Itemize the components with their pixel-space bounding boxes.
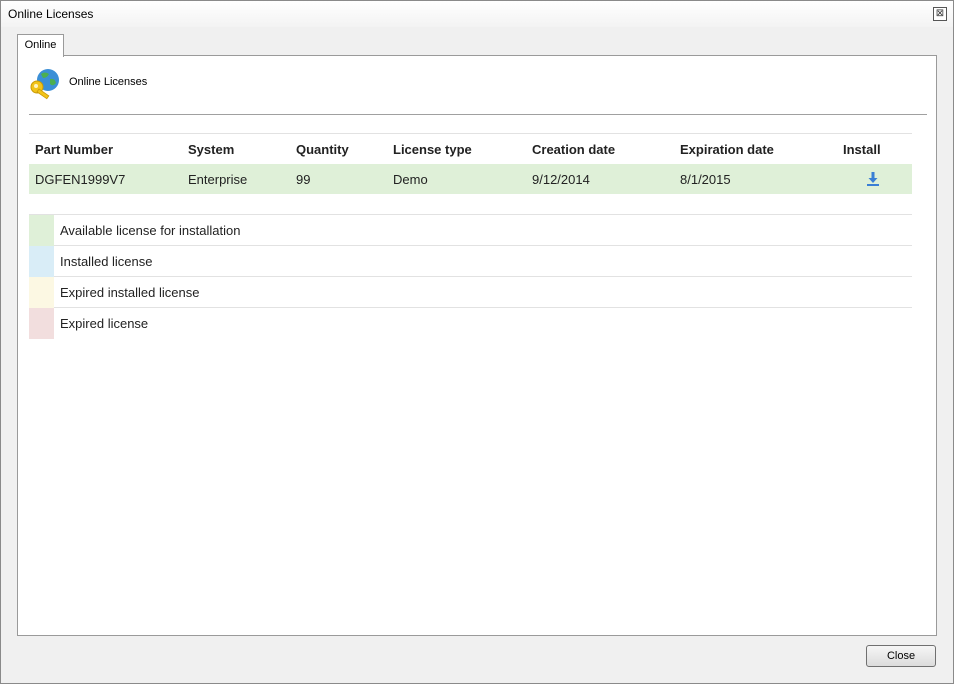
legend-swatch (29, 246, 54, 277)
legend-label: Expired license (60, 316, 149, 331)
cell-system: Enterprise (182, 164, 290, 194)
header-divider (29, 114, 927, 115)
cell-quantity: 99 (290, 164, 387, 194)
cell-expiration-date: 8/1/2015 (674, 164, 837, 194)
globe-key-icon (30, 69, 59, 100)
window-title: Online Licenses (8, 7, 94, 21)
column-header-system: System (182, 133, 290, 164)
legend-item-expired: Expired license (29, 308, 912, 339)
legend-item-available: Available license for installation (29, 215, 912, 246)
tab-online[interactable]: Online (17, 34, 64, 57)
column-header-quantity: Quantity (290, 133, 387, 164)
cell-license-type: Demo (387, 164, 526, 194)
legend-swatch (29, 215, 54, 246)
legend: Available license for installation Insta… (29, 215, 912, 339)
close-button[interactable]: Close (866, 645, 936, 667)
tab-panel-online: Online Licenses Part Number System Quant… (17, 55, 937, 636)
cell-creation-date: 9/12/2014 (526, 164, 674, 194)
cell-install (837, 164, 912, 194)
spacer-row (29, 194, 912, 215)
legend-swatch (29, 308, 54, 339)
legend-label: Installed license (60, 254, 153, 269)
legend-swatch (29, 277, 54, 308)
column-header-install: Install (837, 133, 912, 164)
title-bar[interactable]: Online Licenses ⊠ (1, 1, 953, 27)
header-title: Online Licenses (69, 76, 148, 88)
column-header-license-type: License type (387, 133, 526, 164)
legend-item-installed: Installed license (29, 246, 912, 277)
licenses-table: Part Number System Quantity License type… (29, 133, 912, 215)
legend-label: Available license for installation (60, 223, 241, 238)
online-licenses-window: Online Licenses ⊠ Online Online Licenses… (0, 0, 954, 684)
column-header-expiration-date: Expiration date (674, 133, 837, 164)
table-row[interactable]: DGFEN1999V7 Enterprise 99 Demo 9/12/2014… (29, 164, 912, 194)
column-header-part-number: Part Number (29, 133, 182, 164)
legend-item-expired-installed: Expired installed license (29, 277, 912, 308)
legend-label: Expired installed license (60, 285, 200, 300)
table-header-row: Part Number System Quantity License type… (29, 133, 912, 164)
column-header-creation-date: Creation date (526, 133, 674, 164)
window-close-icon[interactable]: ⊠ (933, 7, 947, 21)
cell-part-number: DGFEN1999V7 (29, 164, 182, 194)
download-icon[interactable] (865, 171, 881, 187)
